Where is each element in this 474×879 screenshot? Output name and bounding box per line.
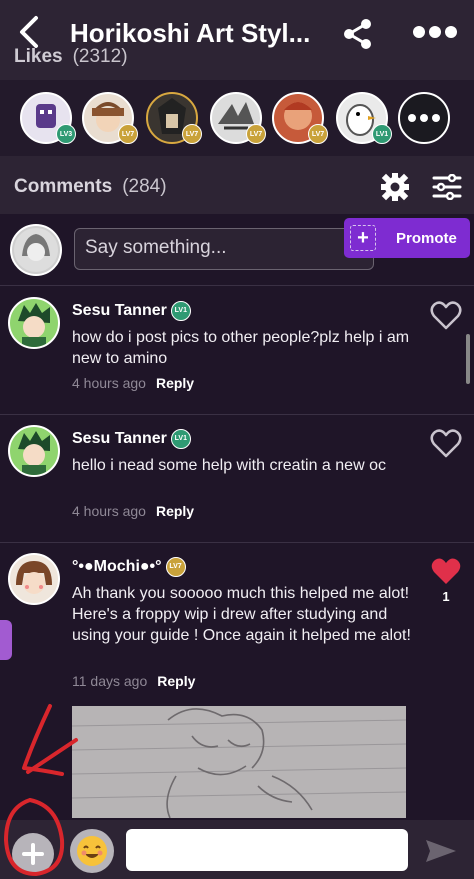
- comment-item: Sesu Tanner LV1 hello i nead some help wi…: [0, 415, 474, 543]
- comment-text: hello i nead some help with creatin a ne…: [72, 457, 386, 474]
- heart-icon[interactable]: [430, 557, 462, 587]
- level-badge: LV7: [246, 124, 266, 144]
- avatar[interactable]: [8, 297, 60, 349]
- level-badge: LV7: [118, 124, 138, 144]
- level-badge: LV7: [182, 124, 202, 144]
- more-likers-button[interactable]: [398, 92, 450, 144]
- filter-icon[interactable]: [432, 174, 462, 200]
- promote-label: Promote: [396, 229, 457, 247]
- level-badge: LV3: [56, 124, 76, 144]
- comment-author[interactable]: Sesu Tanner LV1: [72, 301, 191, 321]
- heart-icon[interactable]: [430, 429, 462, 459]
- comment-item: Sesu Tanner LV1 how do i post pics to oth…: [0, 287, 474, 415]
- send-icon[interactable]: [424, 838, 458, 864]
- level-badge: LV7: [165, 557, 186, 577]
- comment-meta: 11 days ago Reply: [72, 673, 195, 689]
- like-count: 1: [442, 589, 450, 604]
- comment-author[interactable]: °•●Mochi●•° LV7: [72, 557, 186, 577]
- liker-avatar[interactable]: LV7: [272, 92, 328, 144]
- back-arrow-icon[interactable]: [14, 14, 44, 50]
- comment-time: 4 hours ago: [72, 503, 146, 519]
- comment-text: Ah thank you sooooo much this helped me …: [72, 585, 411, 644]
- likes-count: (2312): [72, 46, 128, 67]
- my-avatar: [10, 224, 62, 276]
- comment-input[interactable]: Say something...: [74, 228, 374, 270]
- share-icon[interactable]: [342, 18, 374, 50]
- plus-icon: [22, 843, 44, 865]
- attached-image[interactable]: [72, 706, 406, 818]
- level-badge: LV1: [372, 124, 392, 144]
- level-badge: LV7: [308, 124, 328, 144]
- reply-button[interactable]: Reply: [157, 673, 195, 689]
- comment-time: 4 hours ago: [72, 375, 146, 391]
- liker-avatar[interactable]: LV1: [336, 92, 392, 144]
- reply-button[interactable]: Reply: [156, 375, 194, 391]
- avatar[interactable]: [8, 425, 60, 477]
- page-title: Horikoshi Art Styl...: [70, 18, 310, 48]
- reply-button[interactable]: Reply: [156, 503, 194, 519]
- comments-count: (284): [122, 176, 167, 197]
- more-icon[interactable]: [412, 24, 458, 40]
- promote-button[interactable]: + Promote: [344, 218, 470, 258]
- comment-meta: 4 hours ago Reply: [72, 375, 194, 391]
- comment-text: how do i post pics to other people?plz h…: [72, 329, 410, 367]
- comment-time: 11 days ago: [72, 673, 148, 689]
- avatar[interactable]: [8, 553, 60, 605]
- level-badge: LV1: [170, 301, 191, 321]
- liker-avatar[interactable]: LV3: [20, 92, 76, 144]
- emoji-icon: [77, 836, 107, 866]
- plus-icon: +: [350, 225, 376, 251]
- top-bar: Horikoshi Art Styl... Likes (2312): [0, 0, 474, 80]
- add-attachment-button[interactable]: [12, 833, 54, 875]
- liker-avatar[interactable]: LV7: [210, 92, 266, 144]
- likes-label: Likes: [14, 46, 63, 67]
- side-drawer-handle[interactable]: [0, 620, 12, 660]
- message-input[interactable]: [126, 829, 408, 871]
- liker-avatar[interactable]: LV7: [82, 92, 138, 144]
- gear-icon[interactable]: [380, 172, 410, 202]
- comment-meta: 4 hours ago Reply: [72, 503, 194, 519]
- comments-label: Comments: [14, 176, 113, 197]
- heart-icon[interactable]: [430, 301, 462, 331]
- likes-header[interactable]: Likes (2312): [14, 46, 128, 68]
- likers-strip: LV3 LV7 LV7 LV7 LV7 LV1: [0, 80, 474, 156]
- scrollbar[interactable]: [466, 334, 470, 384]
- level-badge: LV1: [170, 429, 191, 449]
- comment-author[interactable]: Sesu Tanner LV1: [72, 429, 191, 449]
- emoji-button[interactable]: [70, 829, 114, 873]
- liker-avatar[interactable]: LV7: [146, 92, 202, 144]
